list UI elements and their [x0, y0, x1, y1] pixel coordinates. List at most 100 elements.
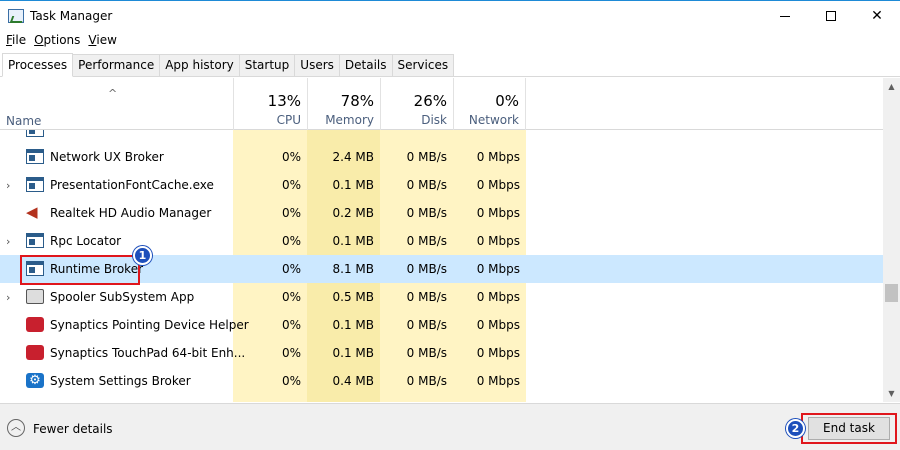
cpu-label: CPU — [276, 113, 301, 127]
network-cell: 0 Mbps — [476, 290, 520, 304]
network-cell: 0 Mbps — [476, 262, 520, 276]
cpu-cell: 0% — [281, 150, 301, 164]
highlight-end-task — [801, 413, 897, 444]
scroll-up-icon[interactable]: ▲ — [883, 78, 900, 95]
table-row[interactable]: › PresentationFontCache.exe 0% 0.1 MB 0 MB/s… — [0, 171, 883, 199]
table-row[interactable]: › Spooler SubSystem App 0% 0.5 MB 0 MB/s 0 Mb… — [0, 283, 883, 311]
process-name: Spooler SubSystem App — [50, 290, 195, 304]
tab-services[interactable]: Services — [391, 54, 455, 76]
network-cell: 0 Mbps — [476, 346, 520, 360]
table-row[interactable]: Synaptics TouchPad 64-bit Enh... 0% 0.1 MB… — [0, 339, 883, 367]
tab-performance[interactable]: Performance — [72, 54, 161, 76]
memory-cell: 0.1 MB — [332, 346, 374, 360]
speaker-icon: ◀ — [26, 203, 38, 221]
memory-cell: 2.4 MB — [332, 150, 374, 164]
disk-cell: 0 MB/s — [406, 262, 447, 276]
table-row[interactable]: ◀ Realtek HD Audio Manager 0% 0.2 MB 0 MB/s 0… — [0, 199, 883, 227]
cpu-cell: 0% — [281, 234, 301, 248]
cpu-cell: 0% — [281, 346, 301, 360]
process-name: System Settings Broker — [50, 374, 191, 388]
column-disk[interactable]: 26% Disk — [380, 78, 453, 130]
close-button[interactable]: ✕ — [854, 1, 900, 31]
column-memory[interactable]: 78% Memory — [307, 78, 380, 130]
tab-startup[interactable]: Startup — [238, 54, 296, 76]
scroll-down-icon[interactable]: ▼ — [883, 385, 900, 402]
chevron-right-icon[interactable]: › — [6, 179, 10, 192]
disk-cell: 0 MB/s — [406, 346, 447, 360]
minimize-icon — [780, 15, 790, 17]
disk-cell: 0 MB/s — [406, 374, 447, 388]
column-cpu[interactable]: 13% CPU — [233, 78, 307, 130]
disk-cell: 0 MB/s — [406, 290, 447, 304]
memory-cell: 0.4 MB — [332, 374, 374, 388]
process-name: Network UX Broker — [50, 150, 164, 164]
cut-off-row-icon — [26, 130, 44, 137]
chevron-right-icon[interactable]: › — [6, 291, 10, 304]
window-icon — [26, 233, 44, 248]
disk-cell: 0 MB/s — [406, 318, 447, 332]
network-cell: 0 Mbps — [476, 150, 520, 164]
fewer-details-link[interactable]: Fewer details — [33, 422, 113, 436]
memory-cell: 0.5 MB — [332, 290, 374, 304]
menu-bar: File Options View — [0, 31, 900, 51]
cpu-cell: 0% — [281, 206, 301, 220]
process-name: Synaptics Pointing Device Helper — [50, 318, 249, 332]
menu-options[interactable]: Options — [30, 31, 84, 51]
table-row[interactable]: › Rpc Locator 0% 0.1 MB 0 MB/s 0 Mbps — [0, 227, 883, 255]
cpu-total: 13% — [267, 92, 301, 110]
task-manager-icon — [8, 9, 24, 23]
tab-processes[interactable]: Processes — [2, 53, 74, 77]
disk-total: 26% — [413, 92, 447, 110]
vertical-scrollbar[interactable]: ▲ ▼ — [883, 78, 900, 402]
cpu-cell: 0% — [281, 178, 301, 192]
memory-total: 78% — [340, 92, 374, 110]
disk-cell: 0 MB/s — [406, 206, 447, 220]
title-bar: Task Manager ✕ — [0, 0, 900, 31]
cpu-cell: 0% — [281, 374, 301, 388]
memory-cell: 0.1 MB — [332, 234, 374, 248]
disk-cell: 0 MB/s — [406, 234, 447, 248]
cpu-cell: 0% — [281, 318, 301, 332]
process-name: Synaptics TouchPad 64-bit Enh... — [50, 346, 246, 360]
column-network[interactable]: 0% Network — [453, 78, 526, 130]
tab-bar: Processes Performance App history Startu… — [0, 53, 900, 77]
tab-users[interactable]: Users — [294, 54, 340, 76]
step-badge-1: 1 — [133, 246, 152, 265]
process-name: Rpc Locator — [50, 234, 122, 248]
column-header: ^ Name 13% CPU 78% Memory 26% Disk 0% Ne… — [0, 78, 883, 130]
close-icon: ✕ — [871, 8, 883, 24]
chevron-right-icon[interactable]: › — [6, 235, 10, 248]
maximize-icon — [826, 11, 836, 21]
network-cell: 0 Mbps — [476, 374, 520, 388]
table-row[interactable]: ⚙ System Settings Broker 0% 0.4 MB 0 MB/s 0 M… — [0, 367, 883, 395]
maximize-button[interactable] — [808, 1, 854, 31]
disk-cell: 0 MB/s — [406, 150, 447, 164]
synaptics-icon — [26, 345, 44, 360]
scroll-thumb[interactable] — [885, 284, 898, 302]
network-cell: 0 Mbps — [476, 318, 520, 332]
cpu-cell: 0% — [281, 290, 301, 304]
network-cell: 0 Mbps — [476, 178, 520, 192]
memory-cell: 0.1 MB — [332, 178, 374, 192]
memory-label: Memory — [325, 113, 374, 127]
menu-file[interactable]: File — [2, 31, 30, 51]
menu-view[interactable]: View — [84, 31, 120, 51]
sort-ascending-icon[interactable]: ^ — [108, 87, 117, 100]
network-total: 0% — [495, 92, 519, 110]
step-badge-2: 2 — [786, 419, 805, 438]
footer-bar: ︿ Fewer details End task — [0, 403, 900, 450]
table-row[interactable]: Network UX Broker 0% 2.4 MB 0 MB/s 0 Mbps — [0, 143, 883, 171]
gear-icon: ⚙ — [26, 373, 44, 388]
highlight-runtime-broker — [20, 255, 140, 285]
network-cell: 0 Mbps — [476, 206, 520, 220]
memory-cell: 0.2 MB — [332, 206, 374, 220]
tab-details[interactable]: Details — [338, 54, 393, 76]
chevron-up-icon[interactable]: ︿ — [7, 419, 25, 437]
table-row[interactable]: Synaptics Pointing Device Helper 0% 0.1 MB… — [0, 311, 883, 339]
tab-app-history[interactable]: App history — [159, 54, 240, 76]
minimize-button[interactable] — [762, 1, 808, 31]
column-name[interactable]: Name — [6, 114, 41, 128]
cpu-cell: 0% — [281, 262, 301, 276]
window-icon — [26, 177, 44, 192]
network-cell: 0 Mbps — [476, 234, 520, 248]
